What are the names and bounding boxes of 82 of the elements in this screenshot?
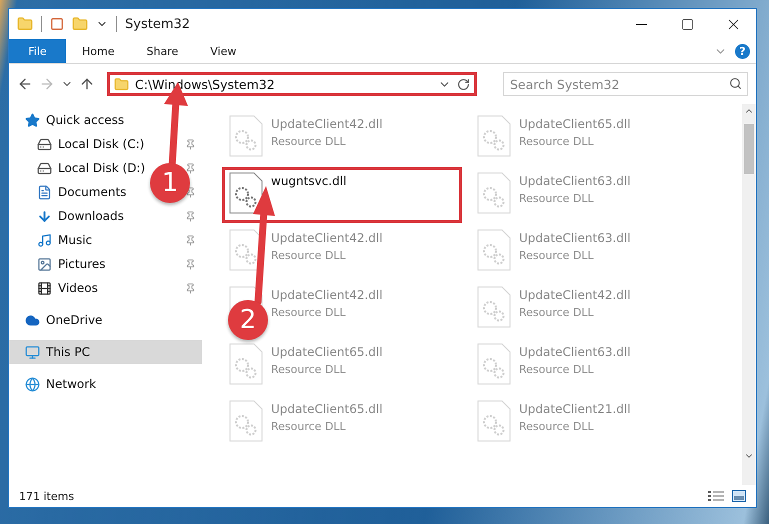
address-path: C:\Windows\System32 [135,76,276,92]
file-type: Resource DLL [271,306,347,319]
file-name: UpdateClient65.dll [519,117,631,131]
scroll-thumb[interactable] [744,124,754,174]
file-name: wugntsvc.dll [271,174,346,188]
sidebar-item[interactable]: Downloads [9,204,130,228]
refresh-icon[interactable] [457,78,470,90]
file-name: UpdateClient63.dll [519,231,631,245]
file-type: Resource DLL [519,363,595,376]
gear-file-icon [477,286,511,328]
back-icon[interactable] [17,76,33,92]
picture-icon [37,256,52,272]
maximize-icon [680,18,694,30]
document-icon [37,184,52,200]
pin-icon[interactable] [185,210,196,222]
gear-file-icon [477,400,511,442]
gear-file-icon [229,400,263,442]
gear-file-icon [229,343,263,385]
file-name: UpdateClient42.dll [271,231,383,245]
gear-file-icon [477,229,511,271]
download-arrow-icon [37,208,52,224]
pin-icon[interactable] [185,186,196,198]
file-name: UpdateClient65.dll [271,345,383,359]
item-count: 171 items [19,490,74,502]
sidebar-item[interactable]: Music [9,228,98,252]
address-bar[interactable]: C:\Windows\System32 [107,72,477,96]
pin-icon[interactable] [185,162,196,174]
sidebar-item[interactable]: Network [9,372,102,396]
ribbon-tab[interactable]: File [9,39,66,63]
scrollbar[interactable] [742,104,756,485]
file-type: Resource DLL [519,420,595,433]
folder-icon [114,76,129,92]
file-type: Resource DLL [519,306,595,319]
network-icon [25,376,40,392]
film-icon [37,280,52,296]
sidebar-item[interactable]: Pictures [9,252,112,276]
search-icon[interactable] [729,77,742,90]
file-name: UpdateClient63.dll [519,174,631,188]
pin-icon[interactable] [185,234,196,246]
file-name: UpdateClient42.dll [271,288,383,302]
file-type: Resource DLL [271,363,347,376]
cloud-icon [25,312,40,328]
sidebar-item[interactable]: Local Disk (C:) [9,132,150,156]
sidebar-item[interactable]: OneDrive [9,308,108,332]
search-field[interactable]: Search System32 [503,72,748,96]
file-name: UpdateClient21.dll [519,402,631,416]
sidebar-item[interactable]: Documents [9,180,132,204]
music-note-icon [37,232,52,248]
gear-file-icon [229,172,263,214]
file-type: Resource DLL [271,135,347,148]
gear-file-icon [477,343,511,385]
file-type: Resource DLL [519,249,595,262]
file-name: UpdateClient63.dll [519,345,631,359]
ribbon-tab[interactable]: Home [66,39,130,63]
file-name: UpdateClient65.dll [271,402,383,416]
monitor-icon [25,344,40,360]
file-name: UpdateClient42.dll [519,288,631,302]
ribbon-tab[interactable]: View [194,39,252,63]
sidebar-item[interactable]: Videos [9,276,104,300]
pin-icon[interactable] [185,282,196,294]
file-name: UpdateClient42.dll [271,117,383,131]
sidebar-item[interactable]: Local Disk (D:) [9,156,152,180]
window-title: System32 [125,16,190,32]
drive-icon [37,136,52,152]
sidebar-item[interactable]: This PC [9,340,202,364]
file-type: Resource DLL [519,135,595,148]
help-button[interactable]: ? [735,44,750,58]
gear-file-icon [477,115,511,157]
file-type: Resource DLL [519,192,595,205]
drive-icon [37,160,52,176]
tiles-view-icon[interactable] [732,490,746,502]
ribbon-tab[interactable]: Share [130,39,194,63]
file-type: Resource DLL [271,249,347,262]
pin-icon[interactable] [185,258,196,270]
file-type: Resource DLL [271,420,347,433]
gear-file-icon [229,115,263,157]
details-view-icon[interactable] [708,490,724,502]
up-icon[interactable] [79,76,95,92]
pin-icon[interactable] [185,138,196,150]
gear-file-icon [477,172,511,214]
star-icon [25,112,40,128]
sidebar-item[interactable]: Quick access [9,108,130,132]
